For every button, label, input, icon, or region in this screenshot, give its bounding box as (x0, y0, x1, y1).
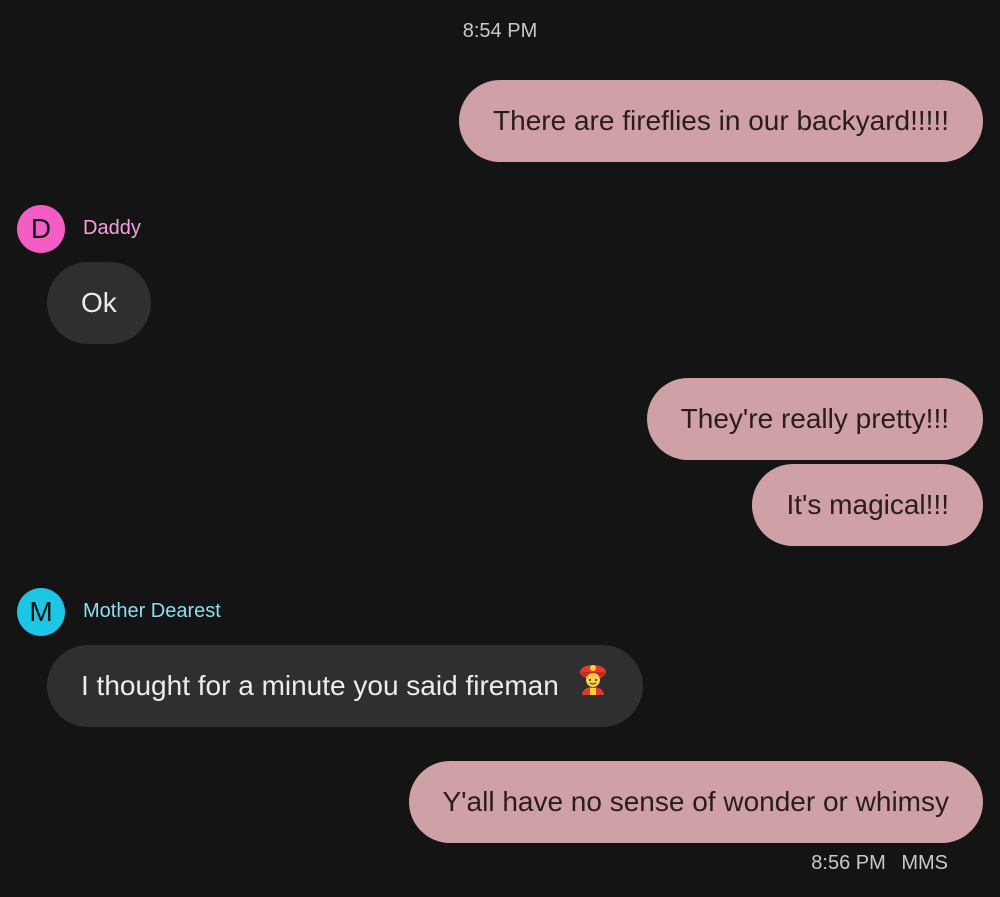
message-type-badge: MMS (901, 852, 948, 874)
sender-name: Mother Dearest (83, 600, 221, 622)
message-text: There are fireflies in our backyard!!!!! (493, 105, 949, 136)
message-text: I thought for a minute you said fireman (81, 670, 559, 701)
conversation-timestamp: 8:54 PM (462, 20, 538, 42)
avatar[interactable]: D (17, 205, 65, 253)
avatar-initial: M (29, 596, 53, 627)
avatar-initial: D (30, 213, 52, 244)
outgoing-message-bubble[interactable]: They're really pretty!!! (646, 378, 983, 460)
firefighter-emoji-icon (577, 645, 609, 727)
message-text: It's magical!!! (786, 489, 949, 520)
incoming-message-bubble[interactable]: Ok (47, 262, 151, 344)
message-time: 8:56 PM (811, 852, 886, 874)
avatar[interactable]: M (17, 588, 65, 636)
outgoing-message-bubble[interactable]: It's magical!!! (752, 464, 983, 546)
sender-name: Daddy (83, 217, 141, 239)
message-text: Ok (81, 287, 117, 318)
message-status: 8:56 PM MMS (811, 852, 948, 875)
message-text: They're really pretty!!! (680, 403, 949, 434)
message-text: Y'all have no sense of wonder or whimsy (442, 786, 950, 817)
outgoing-message-bubble[interactable]: There are fireflies in our backyard!!!!! (459, 80, 983, 162)
incoming-message-bubble[interactable]: I thought for a minute you said fireman (47, 645, 643, 727)
outgoing-message-bubble[interactable]: Y'all have no sense of wonder or whimsy (408, 761, 983, 843)
